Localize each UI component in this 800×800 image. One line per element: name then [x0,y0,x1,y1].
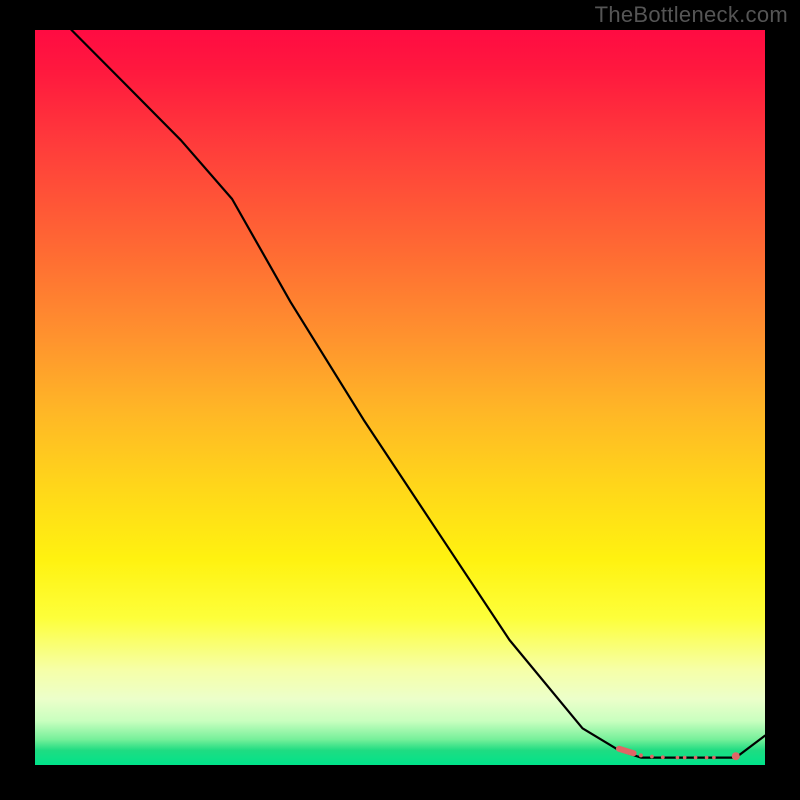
data-line [35,30,765,758]
chart-frame: TheBottleneck.com [0,0,800,800]
marker-dot [683,756,687,760]
watermark-label: TheBottleneck.com [595,2,788,28]
marker-dot [639,753,643,757]
marker-dot [676,756,680,760]
end-dot [732,752,740,760]
marker-dot [694,756,698,760]
plot-area [35,30,765,765]
marker-dot [705,756,709,760]
marker-dot [650,755,654,759]
chart-overlay [35,30,765,765]
marker-dot [661,755,665,759]
marker-dot [632,751,636,755]
marker-stem [619,749,634,753]
marker-dot [712,756,716,760]
